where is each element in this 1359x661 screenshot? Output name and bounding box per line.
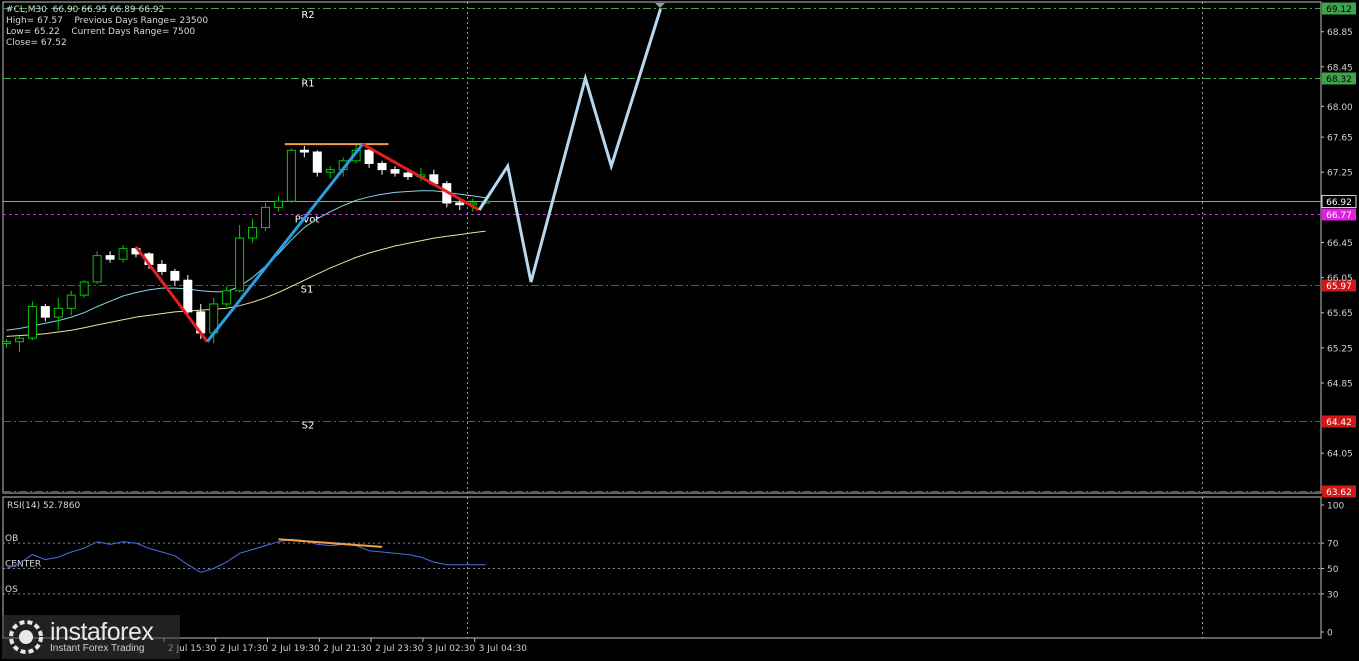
current-range: Current Days Range= 7500 [71, 27, 196, 37]
candle-bullish [222, 290, 232, 305]
rsi-tick-label: 100 [1327, 502, 1344, 512]
rsi-tick-label: 30 [1327, 590, 1339, 600]
candle-bearish [312, 151, 322, 173]
logo-tagline: Instant Forex Trading [50, 643, 145, 654]
candle-bullish [235, 237, 245, 292]
rsi-tick-label: 0 [1327, 629, 1333, 639]
time-tick-label: 2 Jul 19:30 [272, 644, 321, 654]
level-price-label: 69.12 [1326, 5, 1352, 15]
level-price-label: 68.32 [1326, 75, 1352, 85]
candle-bullish [14, 337, 24, 343]
time-tick-label: 2 Jul 21:30 [323, 644, 372, 654]
rsi-title: RSI(14) 52.7860 [7, 501, 80, 511]
instaforex-logo: instaforex Instant Forex Trading [2, 615, 180, 659]
candle-bullish [273, 200, 283, 208]
trading-chart: 69.1268.3266.7765.9764.4263.62R2R1PivotS… [0, 0, 1359, 661]
candle-bullish [118, 248, 128, 260]
candle-bullish [2, 341, 11, 344]
symbol-info: #CL,M30 66.90 66.95 66.89 66.92 High= 67… [6, 5, 208, 49]
logo-mark-icon [9, 620, 43, 654]
time-tick-label: 3 Jul 04:30 [479, 644, 528, 654]
candle-bullish [248, 227, 258, 239]
price-tick-label: 66.05 [1327, 274, 1353, 284]
symbol-line: #CL,M30 66.90 66.95 66.89 66.92 [6, 5, 165, 15]
low-value: Low= 65.22 [6, 27, 60, 37]
time-tick-label: 3 Jul 02:30 [427, 644, 476, 654]
level-price-label: 63.62 [1326, 488, 1352, 498]
candle-bearish [183, 279, 193, 313]
rsi-tick-label: 50 [1327, 565, 1339, 575]
candle-bearish [377, 162, 387, 171]
candle-bearish [157, 263, 167, 272]
candle-bearish [390, 169, 400, 174]
high-value: High= 67.57 [6, 16, 63, 26]
price-tick-label: 66.45 [1327, 239, 1353, 249]
candle-bearish [403, 172, 413, 178]
price-tick-label: 65.25 [1327, 344, 1353, 354]
candle-bearish [170, 270, 180, 281]
candle-bearish [299, 149, 309, 153]
close-value: Close= 67.52 [6, 38, 67, 48]
candle-bullish [79, 281, 89, 296]
price-tick-label: 67.65 [1327, 134, 1353, 144]
candle-bearish [40, 306, 50, 318]
level-price-label: 66.77 [1326, 211, 1352, 221]
price-tick-label: 64.05 [1327, 450, 1353, 460]
candle-bearish [455, 202, 465, 206]
level-price-label: 64.42 [1326, 418, 1352, 428]
price-tick-label: 64.85 [1327, 379, 1353, 389]
candle-bullish [53, 307, 63, 318]
time-tick-label: 2 Jul 23:30 [375, 644, 424, 654]
logo-brand: instaforex [50, 618, 154, 646]
price-tick-label: 68.45 [1327, 63, 1353, 73]
rsi-tick-label: 70 [1327, 540, 1339, 550]
previous-range: Previous Days Range= 23500 [74, 16, 209, 26]
candle-bullish [261, 206, 270, 229]
candle-bullish [66, 294, 76, 309]
level-name-s1: S1 [301, 285, 314, 296]
price-tick-label: 68.85 [1327, 28, 1353, 38]
candle-bearish [364, 149, 374, 164]
candle-bullish [27, 306, 37, 339]
time-tick-label: 2 Jul 17:30 [220, 644, 269, 654]
price-tick-label: 67.25 [1327, 169, 1353, 179]
rsi-band-label-os: OS [5, 585, 18, 595]
candle-bullish [92, 255, 102, 283]
level-name-r1: R1 [301, 78, 314, 89]
rsi-band-label-ob: OB [5, 534, 18, 544]
current-price-label: 66.92 [1326, 198, 1352, 208]
level-name-s2: S2 [302, 421, 315, 432]
candle-bullish [286, 149, 296, 202]
candle-bearish [105, 255, 115, 260]
level-name-r2: R2 [301, 10, 314, 21]
candle-bullish [325, 169, 335, 173]
price-tick-label: 65.65 [1327, 309, 1353, 319]
price-tick-label: 68.00 [1327, 103, 1353, 113]
